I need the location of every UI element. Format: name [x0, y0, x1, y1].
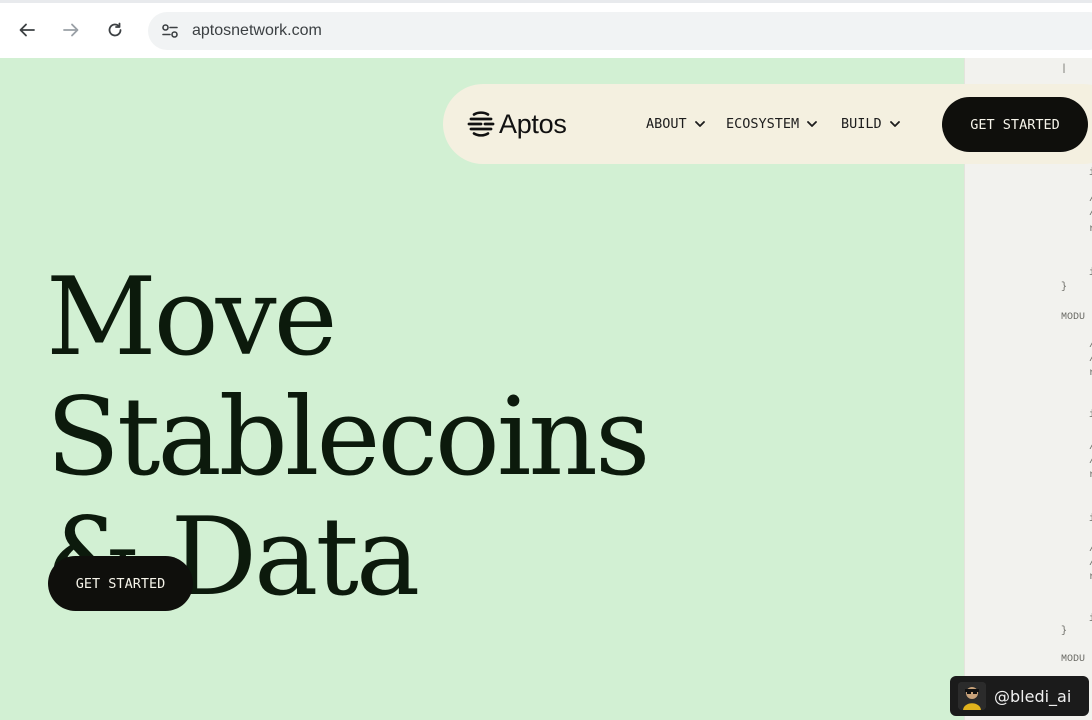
nav-item-ecosystem[interactable]: ECOSYSTEM: [726, 112, 818, 136]
avatar: [958, 682, 986, 710]
reload-button[interactable]: [100, 15, 130, 45]
address-bar[interactable]: aptosnetwork.com: [148, 12, 1092, 50]
watermark-badge: @bledi_ai: [950, 676, 1089, 716]
nav-item-build[interactable]: BUILD: [841, 112, 900, 136]
chevron-down-icon: [807, 121, 818, 127]
code-line: }: [1061, 626, 1068, 637]
site-info-button[interactable]: [150, 12, 190, 50]
forward-button[interactable]: [56, 15, 86, 45]
avatar-icon: [958, 682, 986, 710]
get-started-nav-button[interactable]: GET STARTED: [942, 97, 1088, 152]
site-navbar: Aptos ABOUT ECOSYSTEM BUILD GET STARTED: [443, 84, 1092, 164]
nav-item-about[interactable]: ABOUT: [646, 112, 705, 136]
nav-item-label: ABOUT: [646, 116, 687, 132]
chevron-down-icon: [694, 121, 705, 127]
chevron-down-icon: [889, 121, 900, 127]
page-viewport: | i / / r i } MODU / / r i / / r i / / r…: [0, 58, 1092, 720]
browser-toolbar: aptosnetwork.com: [0, 0, 1092, 58]
arrow-right-icon: [63, 23, 79, 37]
brand-name: Aptos: [499, 108, 567, 139]
reload-icon: [108, 22, 122, 37]
code-line: MODU: [1061, 654, 1086, 665]
url-text[interactable]: aptosnetwork.com: [192, 22, 322, 40]
code-line: MODU: [1061, 312, 1086, 323]
brand-logo-link[interactable]: Aptos: [467, 106, 567, 142]
arrow-left-icon: [19, 23, 35, 37]
nav-item-label: BUILD: [841, 116, 882, 132]
nav-item-label: ECOSYSTEM: [726, 116, 800, 132]
aptos-logo-icon: [467, 111, 495, 137]
tune-icon: [162, 24, 178, 38]
back-button[interactable]: [12, 15, 42, 45]
code-line: }: [1061, 282, 1068, 293]
watermark-handle: @bledi_ai: [994, 686, 1072, 706]
hero-title-line: Move Stablecoins: [46, 255, 650, 500]
get-started-hero-button[interactable]: GET STARTED: [48, 556, 193, 611]
